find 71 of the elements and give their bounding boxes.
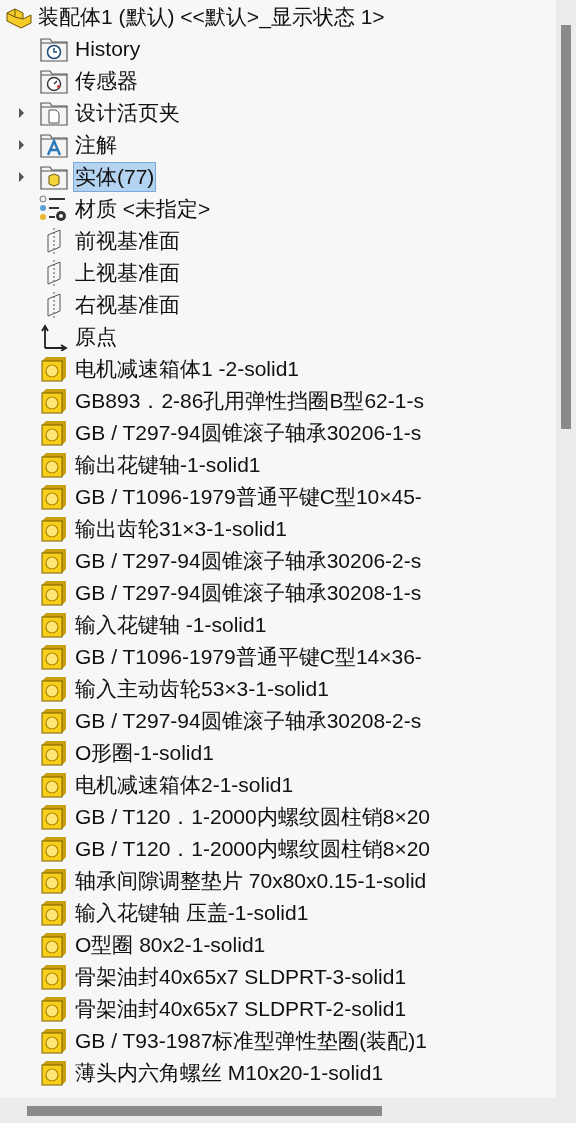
annotation-folder-icon [40,132,68,158]
expand-arrow-icon[interactable] [16,171,26,183]
solid-body-icon [41,996,67,1022]
tree-item[interactable]: 输入主动齿轮53×3-1-solid1 [73,674,331,704]
tree-item[interactable]: GB / T297-94圆锥滚子轴承30206-2-s [73,546,424,576]
solid-body-icon [41,516,67,542]
vertical-scrollbar[interactable] [556,0,576,1098]
solid-body-icon [41,612,67,638]
solid-body-icon [41,580,67,606]
solid-body-icon [41,420,67,446]
gauge-folder-icon [40,68,68,94]
tree-item[interactable]: 右视基准面 [73,290,182,320]
tree-item[interactable]: 输入花键轴 -1-solid1 [73,610,269,640]
tree-item[interactable]: 上视基准面 [73,258,182,288]
solid-body-icon [41,1060,67,1086]
solid-body-icon [41,356,67,382]
solid-body-icon [41,644,67,670]
tree-item[interactable]: GB / T297-94圆锥滚子轴承30208-2-s [73,706,424,736]
tree-item[interactable]: 薄头内六角螺丝 M10x20-1-solid1 [73,1058,386,1088]
tree-item[interactable]: GB / T1096-1979普通平键C型10×45- [73,482,424,512]
solid-body-icon [41,1028,67,1054]
tree-item[interactable]: 注解 [73,130,119,160]
solid-body-icon [41,900,67,926]
tree-item[interactable]: O型圈 80x2-1-solid1 [73,930,268,960]
tree-item[interactable]: 输出齿轮31×3-1-solid1 [73,514,289,544]
tree-item[interactable]: GB / T120．1-2000内螺纹圆柱销8×20 [73,834,433,864]
tree-item[interactable]: History [73,34,143,64]
solid-bodies-folder-icon [40,164,68,190]
tree-item[interactable]: 前视基准面 [73,226,182,256]
tree-item[interactable]: 轴承间隙调整垫片 70x80x0.15-1-solid [73,866,429,896]
tree-item[interactable]: GB893．2-86孔用弹性挡圈B型62-1-s [73,386,426,416]
tree-item[interactable]: 原点 [73,322,119,352]
solid-body-icon [41,932,67,958]
tree-item[interactable]: 输入花键轴 压盖-1-solid1 [73,898,311,928]
scrollbar-thumb[interactable] [561,25,571,429]
solid-body-icon [41,804,67,830]
tree-item[interactable]: O形圈-1-solid1 [73,738,216,768]
tree-item[interactable]: 输出花键轴-1-solid1 [73,450,263,480]
tree-item[interactable]: GB / T93-1987标准型弹性垫圈(装配)1 [73,1026,430,1056]
material-settings-icon [39,195,69,223]
solid-body-icon [41,452,67,478]
tree-item[interactable]: 材质 <未指定> [73,194,213,224]
solid-body-icon [41,676,67,702]
solid-body-icon [41,484,67,510]
origin-axes-icon [40,323,68,351]
tree-item[interactable]: GB / T1096-1979普通平键C型14×36- [73,642,424,672]
tree-item[interactable]: GB / T297-94圆锥滚子轴承30208-1-s [73,578,424,608]
scrollbar-thumb[interactable] [27,1105,382,1116]
assembly-title[interactable]: 装配体1 (默认) <<默认>_显示状态 1> [38,1,385,33]
tree-item[interactable]: 实体(77) [73,162,157,192]
tree-item[interactable]: 骨架油封40x65x7 SLDPRT-2-solid1 [73,994,409,1024]
solid-body-icon [41,740,67,766]
solid-body-icon [41,772,67,798]
expand-arrow-icon[interactable] [16,107,26,119]
history-folder-icon [40,36,68,62]
solid-body-icon [41,964,67,990]
solid-body-icon [41,868,67,894]
tree-item[interactable]: 骨架油封40x65x7 SLDPRT-3-solid1 [73,962,409,992]
tree-item[interactable]: GB / T297-94圆锥滚子轴承30206-1-s [73,418,424,448]
tree-item[interactable]: 设计活页夹 [73,98,182,128]
solid-body-icon [41,836,67,862]
tree-item[interactable]: 电机减速箱体2-1-solid1 [73,770,296,800]
expand-arrow-icon[interactable] [16,139,26,151]
solid-body-icon [41,548,67,574]
solid-body-icon [41,388,67,414]
document-folder-icon [40,100,68,126]
tree-item[interactable]: 传感器 [73,66,140,96]
tree-item[interactable]: 电机减速箱体1 -2-solid1 [73,354,302,384]
tree-item[interactable]: GB / T120．1-2000内螺纹圆柱销8×20 [73,802,433,832]
horizontal-scrollbar[interactable] [0,1098,576,1123]
solid-body-icon [41,708,67,734]
